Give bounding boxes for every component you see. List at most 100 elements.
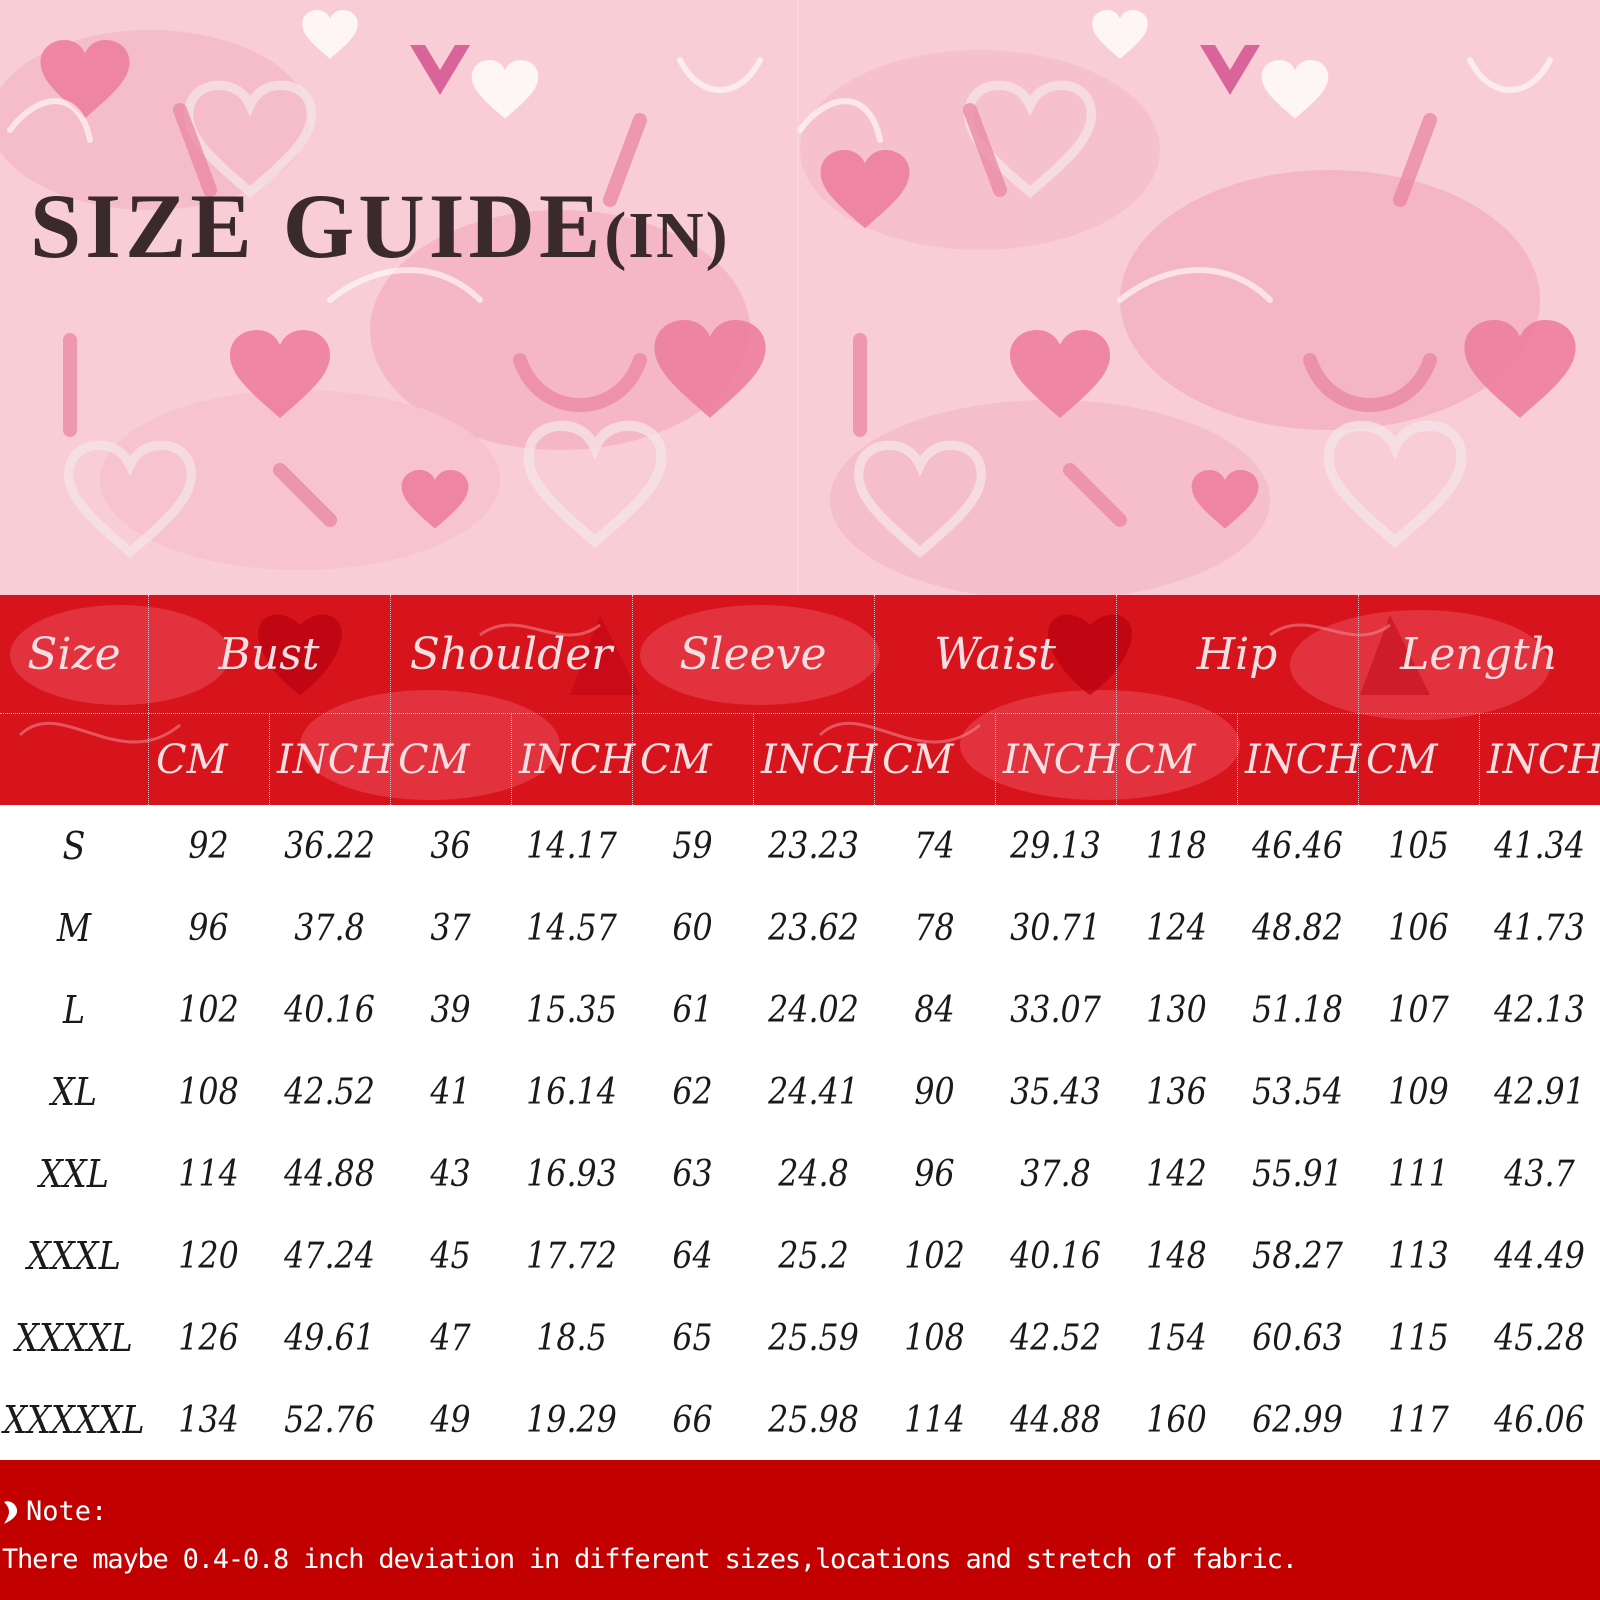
cell-shoulder-inch: 14.57 bbox=[526, 907, 617, 949]
header-length-cm: CM bbox=[1366, 737, 1438, 783]
cell-length-inch: 43.7 bbox=[1504, 1153, 1575, 1195]
cell-waist-inch: 30.71 bbox=[1010, 907, 1101, 949]
cell-shoulder-cm: 45 bbox=[430, 1235, 471, 1277]
cell-hip-cm: 154 bbox=[1146, 1317, 1207, 1359]
table-row: XXL 114 44.88 43 16.93 63 24.8 96 37.8 1… bbox=[0, 1133, 1600, 1215]
cell-waist-cm: 78 bbox=[914, 907, 955, 949]
note-panel: Note: There maybe 0.4-0.8 inch deviation… bbox=[0, 1460, 1600, 1600]
love-pattern-background bbox=[0, 0, 1600, 595]
note-heading: Note: bbox=[2, 1496, 107, 1527]
cell-size: XXXL bbox=[27, 1234, 121, 1278]
cell-hip-cm: 130 bbox=[1146, 989, 1207, 1031]
cell-hip-cm: 136 bbox=[1146, 1071, 1207, 1113]
cell-bust-inch: 49.61 bbox=[284, 1317, 375, 1359]
cell-shoulder-cm: 41 bbox=[430, 1071, 471, 1113]
header-waist: Waist bbox=[934, 628, 1056, 680]
cell-waist-cm: 114 bbox=[904, 1399, 965, 1441]
cell-sleeve-cm: 66 bbox=[672, 1399, 713, 1441]
cell-sleeve-cm: 63 bbox=[672, 1153, 713, 1195]
cell-hip-inch: 60.63 bbox=[1252, 1317, 1343, 1359]
header-shoulder: Shoulder bbox=[409, 628, 613, 680]
cell-hip-cm: 148 bbox=[1146, 1235, 1207, 1277]
header-bust-inch: INCH bbox=[277, 737, 394, 783]
cell-sleeve-cm: 60 bbox=[672, 907, 713, 949]
cell-length-inch: 42.13 bbox=[1494, 989, 1585, 1031]
cell-bust-inch: 37.8 bbox=[294, 907, 365, 949]
header-waist-inch: INCH bbox=[1003, 737, 1120, 783]
cell-sleeve-inch: 24.02 bbox=[768, 989, 859, 1031]
cell-shoulder-inch: 19.29 bbox=[526, 1399, 617, 1441]
cell-shoulder-cm: 43 bbox=[430, 1153, 471, 1195]
cell-waist-cm: 90 bbox=[914, 1071, 955, 1113]
cell-waist-inch: 29.13 bbox=[1010, 825, 1101, 867]
header-size: Size bbox=[27, 628, 121, 680]
header-bust: Bust bbox=[218, 628, 320, 680]
cell-size: XXXXL bbox=[15, 1316, 133, 1360]
cell-hip-inch: 48.82 bbox=[1252, 907, 1343, 949]
cell-hip-cm: 118 bbox=[1146, 825, 1207, 867]
cell-sleeve-cm: 62 bbox=[672, 1071, 713, 1113]
cell-length-cm: 107 bbox=[1388, 989, 1449, 1031]
header-length: Length bbox=[1400, 628, 1558, 680]
cell-length-inch: 42.91 bbox=[1494, 1071, 1585, 1113]
cell-hip-cm: 124 bbox=[1146, 907, 1207, 949]
cell-shoulder-inch: 15.35 bbox=[526, 989, 617, 1031]
cell-waist-cm: 96 bbox=[914, 1153, 955, 1195]
cell-shoulder-cm: 36 bbox=[430, 825, 471, 867]
cell-sleeve-inch: 25.2 bbox=[778, 1235, 849, 1277]
cell-hip-inch: 62.99 bbox=[1252, 1399, 1343, 1441]
cell-shoulder-inch: 17.72 bbox=[526, 1235, 617, 1277]
title-unit: (IN) bbox=[604, 199, 730, 272]
header-sleeve-inch: INCH bbox=[761, 737, 878, 783]
cell-length-cm: 115 bbox=[1388, 1317, 1449, 1359]
cell-waist-inch: 44.88 bbox=[1010, 1399, 1101, 1441]
header-hip-inch: INCH bbox=[1245, 737, 1362, 783]
cell-length-inch: 41.73 bbox=[1494, 907, 1585, 949]
cell-sleeve-cm: 61 bbox=[672, 989, 713, 1031]
cell-hip-inch: 46.46 bbox=[1252, 825, 1343, 867]
cell-length-cm: 111 bbox=[1388, 1153, 1449, 1195]
cell-shoulder-inch: 18.5 bbox=[536, 1317, 607, 1359]
cell-hip-inch: 55.91 bbox=[1252, 1153, 1343, 1195]
header-length-inch: INCH bbox=[1487, 737, 1600, 783]
cell-length-cm: 117 bbox=[1388, 1399, 1449, 1441]
table-row: XL 108 42.52 41 16.14 62 24.41 90 35.43 … bbox=[0, 1051, 1600, 1133]
cell-sleeve-cm: 65 bbox=[672, 1317, 713, 1359]
cell-bust-inch: 42.52 bbox=[284, 1071, 375, 1113]
table-row: XXXXL 126 49.61 47 18.5 65 25.59 108 42.… bbox=[0, 1297, 1600, 1379]
cell-sleeve-cm: 59 bbox=[672, 825, 713, 867]
table-row: XXXL 120 47.24 45 17.72 64 25.2 102 40.1… bbox=[0, 1215, 1600, 1297]
table-row: L 102 40.16 39 15.35 61 24.02 84 33.07 1… bbox=[0, 969, 1600, 1051]
heart-icon bbox=[4, 1500, 18, 1524]
cell-length-inch: 46.06 bbox=[1494, 1399, 1585, 1441]
table-row: M 96 37.8 37 14.57 60 23.62 78 30.71 124… bbox=[0, 887, 1600, 969]
cell-hip-inch: 51.18 bbox=[1252, 989, 1343, 1031]
cell-length-inch: 44.49 bbox=[1494, 1235, 1585, 1277]
header-bust-cm: CM bbox=[156, 737, 228, 783]
cell-waist-cm: 74 bbox=[914, 825, 955, 867]
top-banner: SIZE GUIDE(IN) bbox=[0, 0, 1600, 595]
cell-hip-cm: 142 bbox=[1146, 1153, 1207, 1195]
cell-sleeve-inch: 25.98 bbox=[768, 1399, 859, 1441]
cell-waist-inch: 33.07 bbox=[1010, 989, 1101, 1031]
cell-waist-inch: 42.52 bbox=[1010, 1317, 1101, 1359]
cell-waist-inch: 35.43 bbox=[1010, 1071, 1101, 1113]
cell-shoulder-inch: 14.17 bbox=[526, 825, 617, 867]
cell-bust-cm: 134 bbox=[178, 1399, 239, 1441]
cell-shoulder-cm: 49 bbox=[430, 1399, 471, 1441]
cell-shoulder-cm: 37 bbox=[430, 907, 471, 949]
cell-bust-cm: 96 bbox=[188, 907, 229, 949]
cell-bust-cm: 108 bbox=[178, 1071, 239, 1113]
header-divider bbox=[0, 713, 1600, 714]
cell-sleeve-inch: 25.59 bbox=[768, 1317, 859, 1359]
cell-size: L bbox=[62, 988, 86, 1032]
cell-sleeve-inch: 24.8 bbox=[778, 1153, 849, 1195]
cell-shoulder-inch: 16.14 bbox=[526, 1071, 617, 1113]
cell-length-inch: 41.34 bbox=[1494, 825, 1585, 867]
header-sleeve: Sleeve bbox=[679, 628, 827, 680]
cell-length-inch: 45.28 bbox=[1494, 1317, 1585, 1359]
cell-bust-inch: 40.16 bbox=[284, 989, 375, 1031]
cell-bust-inch: 36.22 bbox=[284, 825, 375, 867]
header-shoulder-inch: INCH bbox=[519, 737, 636, 783]
cell-waist-inch: 40.16 bbox=[1010, 1235, 1101, 1277]
